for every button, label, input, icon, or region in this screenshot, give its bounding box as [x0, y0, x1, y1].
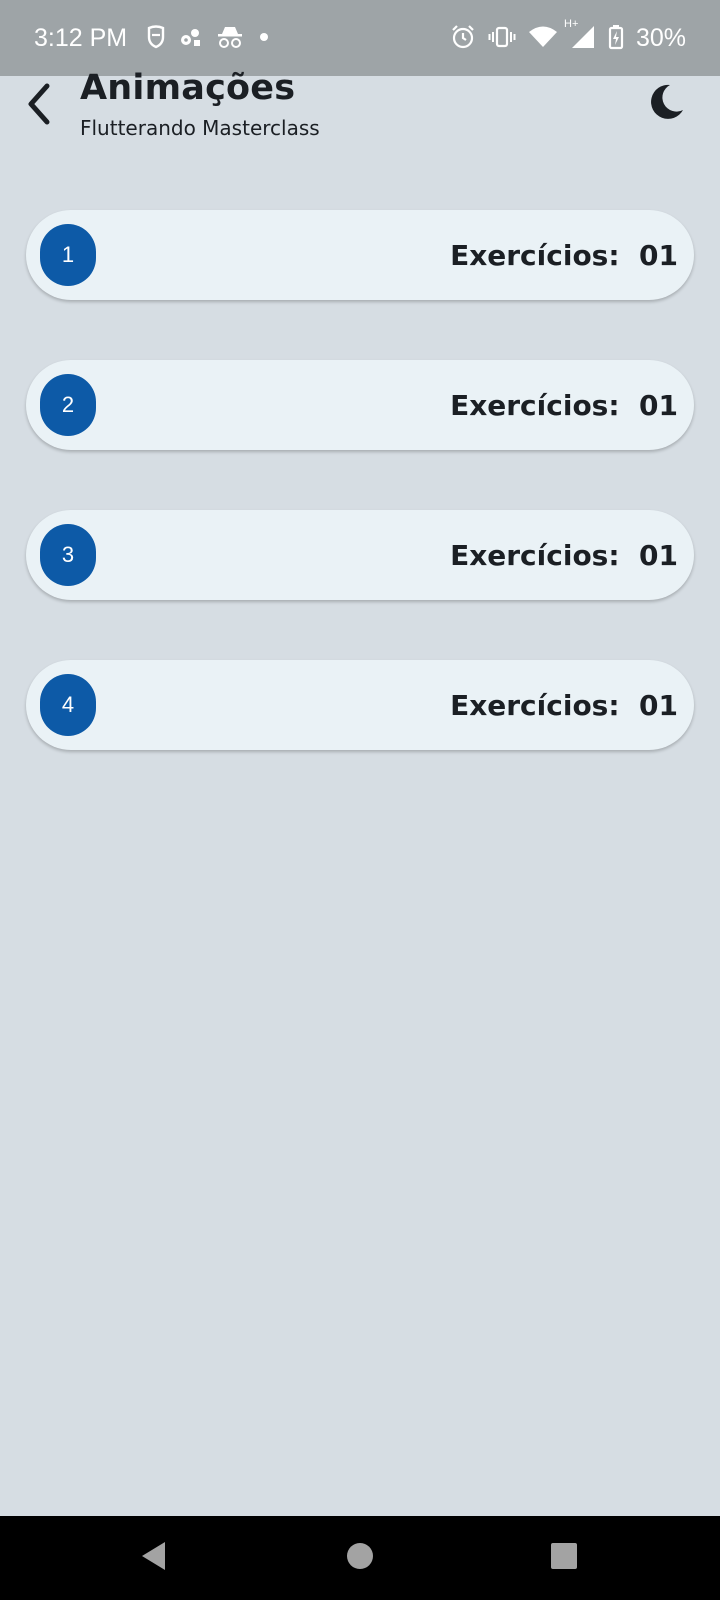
back-arrow-icon — [25, 82, 55, 130]
page-title: Animações — [80, 68, 296, 108]
status-bar: 3:12 PM H+ 30% — [0, 0, 720, 76]
nav-back-button[interactable] — [132, 1536, 176, 1580]
module-number-badge: 1 — [40, 224, 96, 286]
exercise-count-label: Exercícios: 01 — [450, 538, 678, 572]
module-number-badge: 2 — [40, 374, 96, 436]
alarm-icon — [450, 24, 476, 54]
wifi-icon — [528, 24, 558, 54]
status-left-icons — [146, 24, 272, 54]
module-number-badge: 4 — [40, 674, 96, 736]
back-button[interactable] — [18, 78, 62, 134]
vibrate-icon — [488, 24, 516, 54]
page-subtitle: Flutterando Masterclass — [80, 116, 320, 140]
nav-home-button[interactable] — [338, 1536, 382, 1580]
exercise-count-label: Exercícios: 01 — [450, 238, 678, 272]
status-right-icons: H+ — [450, 18, 624, 56]
exercise-count-label: Exercícios: 01 — [450, 388, 678, 422]
exercise-count-label: Exercícios: 01 — [450, 688, 678, 722]
notification-dot-icon — [256, 25, 272, 53]
nav-back-icon — [139, 1540, 169, 1576]
battery-charging-icon — [608, 24, 624, 54]
system-nav-bar — [0, 1516, 720, 1600]
module-number-badge: 3 — [40, 524, 96, 586]
module-card[interactable]: 3 Exercícios: 01 — [26, 510, 694, 600]
status-time: 3:12 PM — [34, 24, 128, 52]
module-card[interactable]: 1 Exercícios: 01 — [26, 210, 694, 300]
nav-recents-button[interactable] — [542, 1536, 586, 1580]
puzzle-icon — [178, 25, 204, 53]
incognito-icon — [216, 25, 244, 53]
theme-toggle-button[interactable] — [640, 78, 692, 130]
nav-recents-icon — [550, 1542, 578, 1574]
module-card[interactable]: 2 Exercícios: 01 — [26, 360, 694, 450]
network-type-label: H+ — [564, 18, 579, 30]
moon-icon — [646, 82, 686, 126]
module-card[interactable]: 4 Exercícios: 01 — [26, 660, 694, 750]
nav-home-icon — [346, 1542, 374, 1574]
mobile-signal-icon: H+ — [564, 18, 596, 54]
shield-icon — [146, 25, 166, 53]
battery-percentage: 30% — [635, 24, 686, 52]
